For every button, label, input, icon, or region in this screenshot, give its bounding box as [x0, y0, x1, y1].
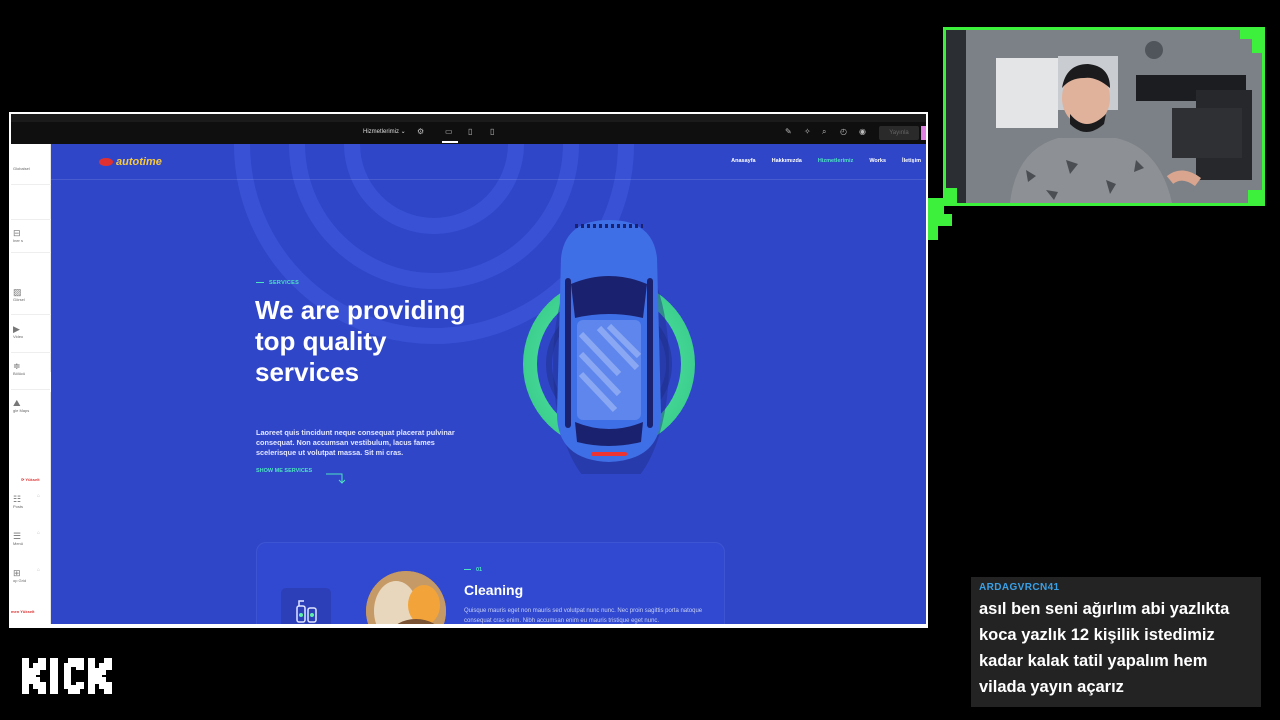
editor-topbar: Hizmetlerimiz ⌄ ⚙ ▭ ▯ ▯ ✎ ✧ ⌕ ◴ ◉ Yayınl…	[11, 122, 926, 144]
captured-browser-window: Hizmetlerimiz ⌄ ⚙ ▭ ▯ ▯ ✎ ✧ ⌕ ◴ ◉ Yayınl…	[9, 112, 928, 628]
lock-icon: ⌂	[37, 567, 41, 573]
arrow-right-down-icon	[326, 473, 346, 484]
hero-title: We are providing top quality services	[255, 295, 466, 387]
chat-message-overlay: ARDAGVRCN41 asıl ben seni ağırlım abi ya…	[971, 577, 1261, 707]
editor-widget-panel: Globalsel ⊟ Iner s ▨ Görsel ▶ Video ≑ Bölücü…	[11, 144, 51, 624]
nav-divider	[51, 179, 926, 180]
ai-icon[interactable]: ✧	[804, 127, 811, 137]
cleaning-tools-icon	[296, 600, 317, 623]
history-icon[interactable]: ◴	[840, 127, 847, 137]
webcam-frame-corner	[928, 214, 938, 240]
posts-icon: ☷	[13, 494, 22, 504]
widget-posts[interactable]: ☷ Posts	[13, 494, 49, 509]
webcam-feed	[943, 27, 1265, 206]
car-top-view-illustration	[523, 220, 695, 474]
chat-username: ARDAGVRCN41	[979, 582, 1060, 593]
service-icon-box	[281, 588, 331, 624]
pro-upgrade-bottom[interactable]: men Yükselt	[11, 609, 47, 614]
lock-icon: ⌂	[37, 493, 41, 499]
active-device-indicator	[442, 141, 458, 143]
service-card-cleaning[interactable]: 01 Cleaning Quisque mauris eget non maur…	[256, 542, 725, 624]
upgrade-icon: ⟳	[21, 477, 25, 482]
nav-item-hizmetlerimiz[interactable]: Hizmetlerimiz	[818, 158, 853, 164]
chevron-down-icon: ⌄	[400, 129, 406, 135]
nav-item-works[interactable]: Works	[869, 158, 886, 164]
widget-globalsel[interactable]: Globalsel	[13, 166, 49, 171]
webcam-frame-corner	[943, 188, 957, 206]
webcam-frame-corner	[938, 214, 952, 226]
mobile-view-icon[interactable]: ▯	[490, 127, 494, 137]
hero-kicker: SERVICES	[256, 280, 299, 286]
kick-logo	[22, 658, 112, 694]
chat-message-text: asıl ben seni ağırlım abi yazlıkta koca …	[979, 600, 1230, 696]
webcam-frame-corner	[1240, 27, 1262, 39]
service-title: Cleaning	[464, 582, 524, 598]
nav-item-hakkimizda[interactable]: Hakkımızda	[772, 158, 802, 164]
grid-icon: ⊞	[13, 568, 21, 578]
widget-google-maps[interactable]: ⛰ gle Maps	[13, 398, 49, 413]
webcam-frame-corner	[928, 198, 944, 214]
webcam-frame-corner	[1248, 190, 1262, 206]
page-selector[interactable]: Hizmetlerimiz ⌄	[363, 128, 406, 135]
widget-inner-section[interactable]: ⊟ Iner s	[13, 228, 49, 243]
streamer-webcam-image	[946, 30, 1262, 203]
widget-loop-grid[interactable]: ⊞ op Grid	[13, 568, 49, 583]
bookmarks-bar	[11, 114, 926, 122]
site-logo[interactable]: autotime	[99, 156, 162, 168]
video-icon: ▶	[13, 324, 20, 334]
page-name: Hizmetlerimiz	[363, 129, 399, 135]
publish-button[interactable]: Yayınla	[879, 126, 919, 140]
show-services-link[interactable]: SHOW ME SERVICES	[256, 468, 312, 474]
columns-icon: ⊟	[13, 228, 21, 238]
divider-icon: ≑	[13, 361, 21, 371]
site-nav: Anasayfa Hakkımızda Hizmetlerimiz Works …	[731, 158, 921, 164]
widget-divider[interactable]: ≑ Bölücü	[13, 361, 49, 376]
service-description: Quisque mauris eget non mauris sed volut…	[464, 608, 703, 624]
settings-icon[interactable]: ⚙	[417, 127, 424, 137]
image-icon: ▨	[13, 287, 22, 297]
nav-item-iletisim[interactable]: İletişim	[902, 158, 921, 164]
webcam-frame-corner	[1252, 39, 1262, 53]
desktop-view-icon[interactable]: ▭	[445, 127, 453, 137]
logo-mark-icon	[99, 158, 113, 167]
menu-icon: ☰	[13, 531, 22, 541]
widget-image[interactable]: ▨ Görsel	[13, 287, 49, 302]
nav-item-anasayfa[interactable]: Anasayfa	[731, 158, 755, 164]
cleaning-photo	[366, 571, 446, 624]
lock-icon: ⌂	[37, 530, 41, 536]
map-icon: ⛰	[13, 398, 21, 408]
widget-video[interactable]: ▶ Video	[13, 324, 49, 339]
preview-eye-icon[interactable]: ◉	[859, 127, 866, 137]
search-icon[interactable]: ⌕	[822, 127, 826, 137]
car-wash-image	[366, 571, 446, 624]
pen-icon[interactable]: ✎	[785, 127, 792, 137]
service-number: 01	[464, 567, 482, 573]
website-canvas: autotime Anasayfa Hakkımızda Hizmetlerim…	[51, 144, 926, 624]
tablet-view-icon[interactable]: ▯	[468, 127, 472, 137]
widget-menu[interactable]: ☰ Menü	[13, 531, 49, 546]
editor-accent-tab[interactable]	[921, 126, 926, 140]
hero-description: Laoreet quis tincidunt neque consequat p…	[256, 428, 455, 457]
stream-overlay: Hizmetlerimiz ⌄ ⚙ ▭ ▯ ▯ ✎ ✧ ⌕ ◴ ◉ Yayınl…	[0, 0, 1280, 720]
